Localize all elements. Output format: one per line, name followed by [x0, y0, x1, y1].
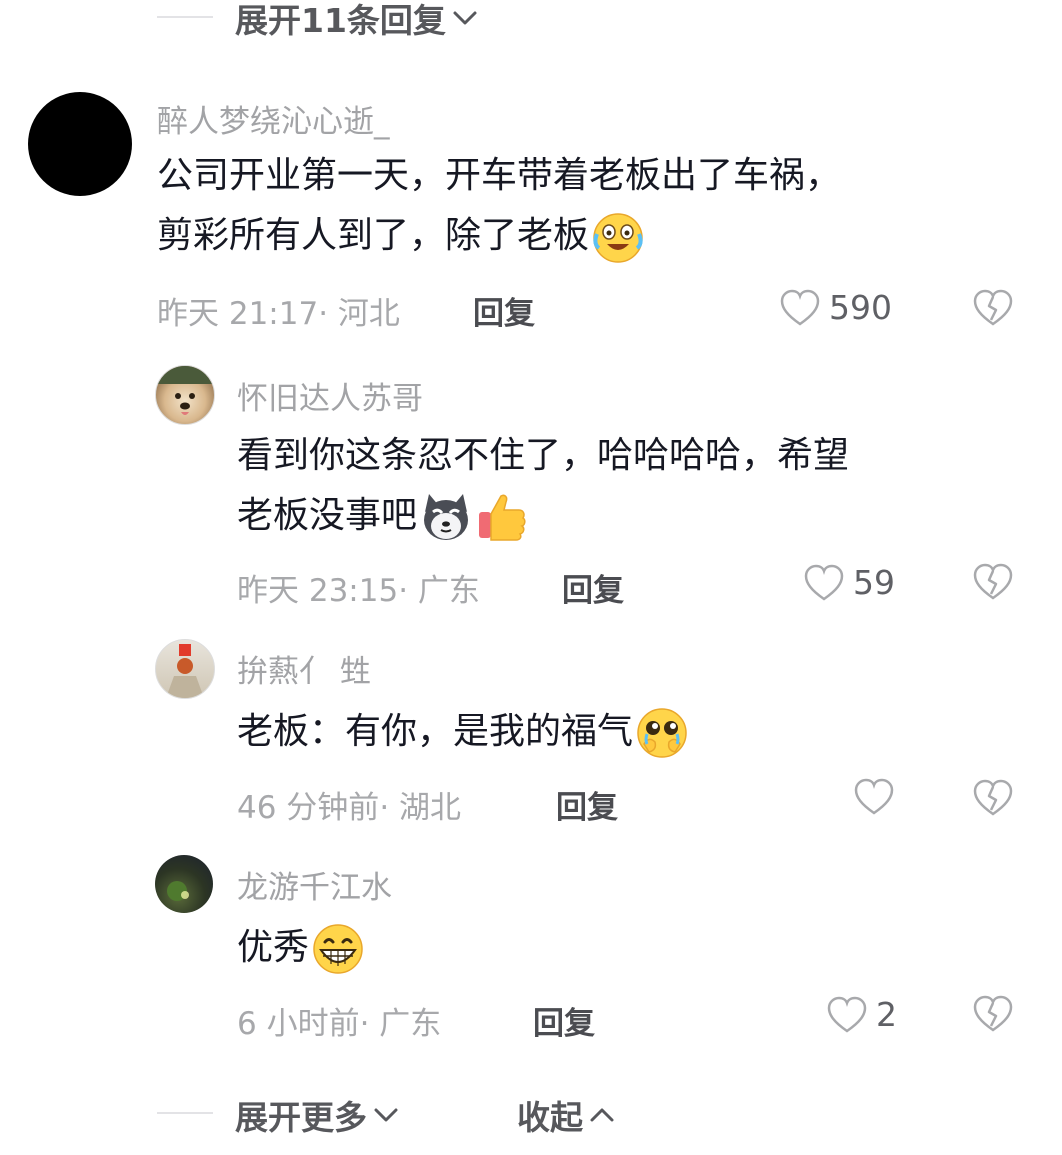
- reply-location: 广东: [417, 573, 480, 609]
- reply-text: 看到你这条忍不住了，哈哈哈哈，希望 老板没事吧: [237, 426, 1017, 546]
- dog-avatar-icon: [156, 366, 214, 415]
- like-count: 59: [853, 563, 895, 602]
- avatar[interactable]: [155, 855, 213, 913]
- like-count: 2: [876, 995, 897, 1034]
- thumbs-up-emoji: [479, 494, 526, 541]
- meta-separator: ·: [359, 1006, 370, 1042]
- expand-replies-button[interactable]: 展开11条回复: [235, 0, 480, 42]
- chevron-down-icon: [453, 11, 477, 25]
- reply-username[interactable]: 怀旧达人苏哥: [237, 373, 423, 418]
- reply-time: 46 分钟前: [237, 790, 380, 826]
- chevron-up-icon: [590, 1108, 614, 1122]
- grin-emoji: [313, 924, 363, 974]
- comment-time: 昨天 21:17: [157, 296, 319, 332]
- reply-line: 优秀: [237, 918, 1017, 978]
- reply-meta: 6 小时前· 广东: [237, 998, 441, 1043]
- reply-line: 老板：有你，是我的福气: [237, 702, 1017, 762]
- heart-icon: [854, 778, 894, 815]
- divider-line: [157, 16, 213, 18]
- heart-icon: [780, 289, 820, 326]
- reply-button[interactable]: 回复: [556, 782, 618, 827]
- expand-more-button[interactable]: 展开更多: [235, 1091, 401, 1139]
- expand-more-label: 展开更多: [235, 1098, 367, 1137]
- comment-text: 公司开业第一天，开车带着老板出了车祸， 剪彩所有人到了，除了老板: [157, 146, 1017, 266]
- meta-separator: ·: [318, 296, 329, 332]
- heart-icon: [827, 996, 867, 1033]
- crying-laugh-emoji: [593, 213, 643, 263]
- reply-meta: 昨天 23:15· 广东: [237, 565, 480, 610]
- reply-location: 湖北: [399, 790, 462, 826]
- reply-button[interactable]: 回复: [533, 998, 595, 1043]
- heart-icon: [804, 564, 844, 601]
- touched-tears-emoji: [637, 708, 687, 758]
- reply-meta: 46 分钟前· 湖北: [237, 782, 461, 827]
- reply-button[interactable]: 回复: [473, 288, 535, 333]
- reply-text: 老板：有你，是我的福气: [237, 702, 1017, 762]
- reply-line: 看到你这条忍不住了，哈哈哈哈，希望: [237, 435, 850, 476]
- like-button[interactable]: 59: [803, 563, 895, 602]
- avatar-image-icon: [167, 881, 189, 901]
- comment-username[interactable]: 醉人梦绕沁心逝_: [157, 96, 390, 141]
- like-button[interactable]: [853, 778, 903, 816]
- reply-text: 优秀: [237, 918, 1017, 978]
- reply-line: 老板没事吧: [237, 486, 1017, 546]
- reply-button[interactable]: 回复: [562, 565, 624, 610]
- avatar-image-icon: [166, 644, 204, 698]
- husky-emoji: [424, 494, 469, 540]
- reply-time: 昨天 23:15: [237, 573, 399, 609]
- comment-line: 剪彩所有人到了，除了老板: [157, 206, 1017, 266]
- reply-username[interactable]: 龙游千江水: [237, 862, 392, 907]
- collapse-label: 收起: [517, 1098, 583, 1137]
- reply-username[interactable]: 拚爇亻 甡: [237, 646, 371, 691]
- collapse-button[interactable]: 收起: [517, 1091, 617, 1139]
- meta-separator: ·: [379, 790, 390, 826]
- dislike-broken-heart-icon[interactable]: [973, 563, 1013, 601]
- meta-separator: ·: [398, 573, 409, 609]
- expand-replies-label: 展开11条回复: [235, 1, 446, 40]
- comment-line: 公司开业第一天，开车带着老板出了车祸，: [157, 155, 842, 196]
- avatar[interactable]: [28, 92, 132, 196]
- reply-location: 广东: [379, 1006, 442, 1042]
- like-button[interactable]: 2: [826, 995, 897, 1034]
- dislike-broken-heart-icon[interactable]: [973, 995, 1013, 1033]
- reply-time: 6 小时前: [237, 1006, 360, 1042]
- comment-location: 河北: [337, 296, 400, 332]
- avatar[interactable]: [155, 639, 215, 699]
- comment-meta: 昨天 21:17· 河北: [157, 288, 400, 333]
- like-button[interactable]: 590: [779, 288, 892, 327]
- dislike-broken-heart-icon[interactable]: [973, 289, 1013, 327]
- avatar[interactable]: [155, 365, 215, 425]
- dislike-broken-heart-icon[interactable]: [973, 779, 1013, 817]
- divider-line: [157, 1112, 213, 1114]
- like-count: 590: [829, 288, 892, 327]
- chevron-down-icon: [374, 1108, 398, 1122]
